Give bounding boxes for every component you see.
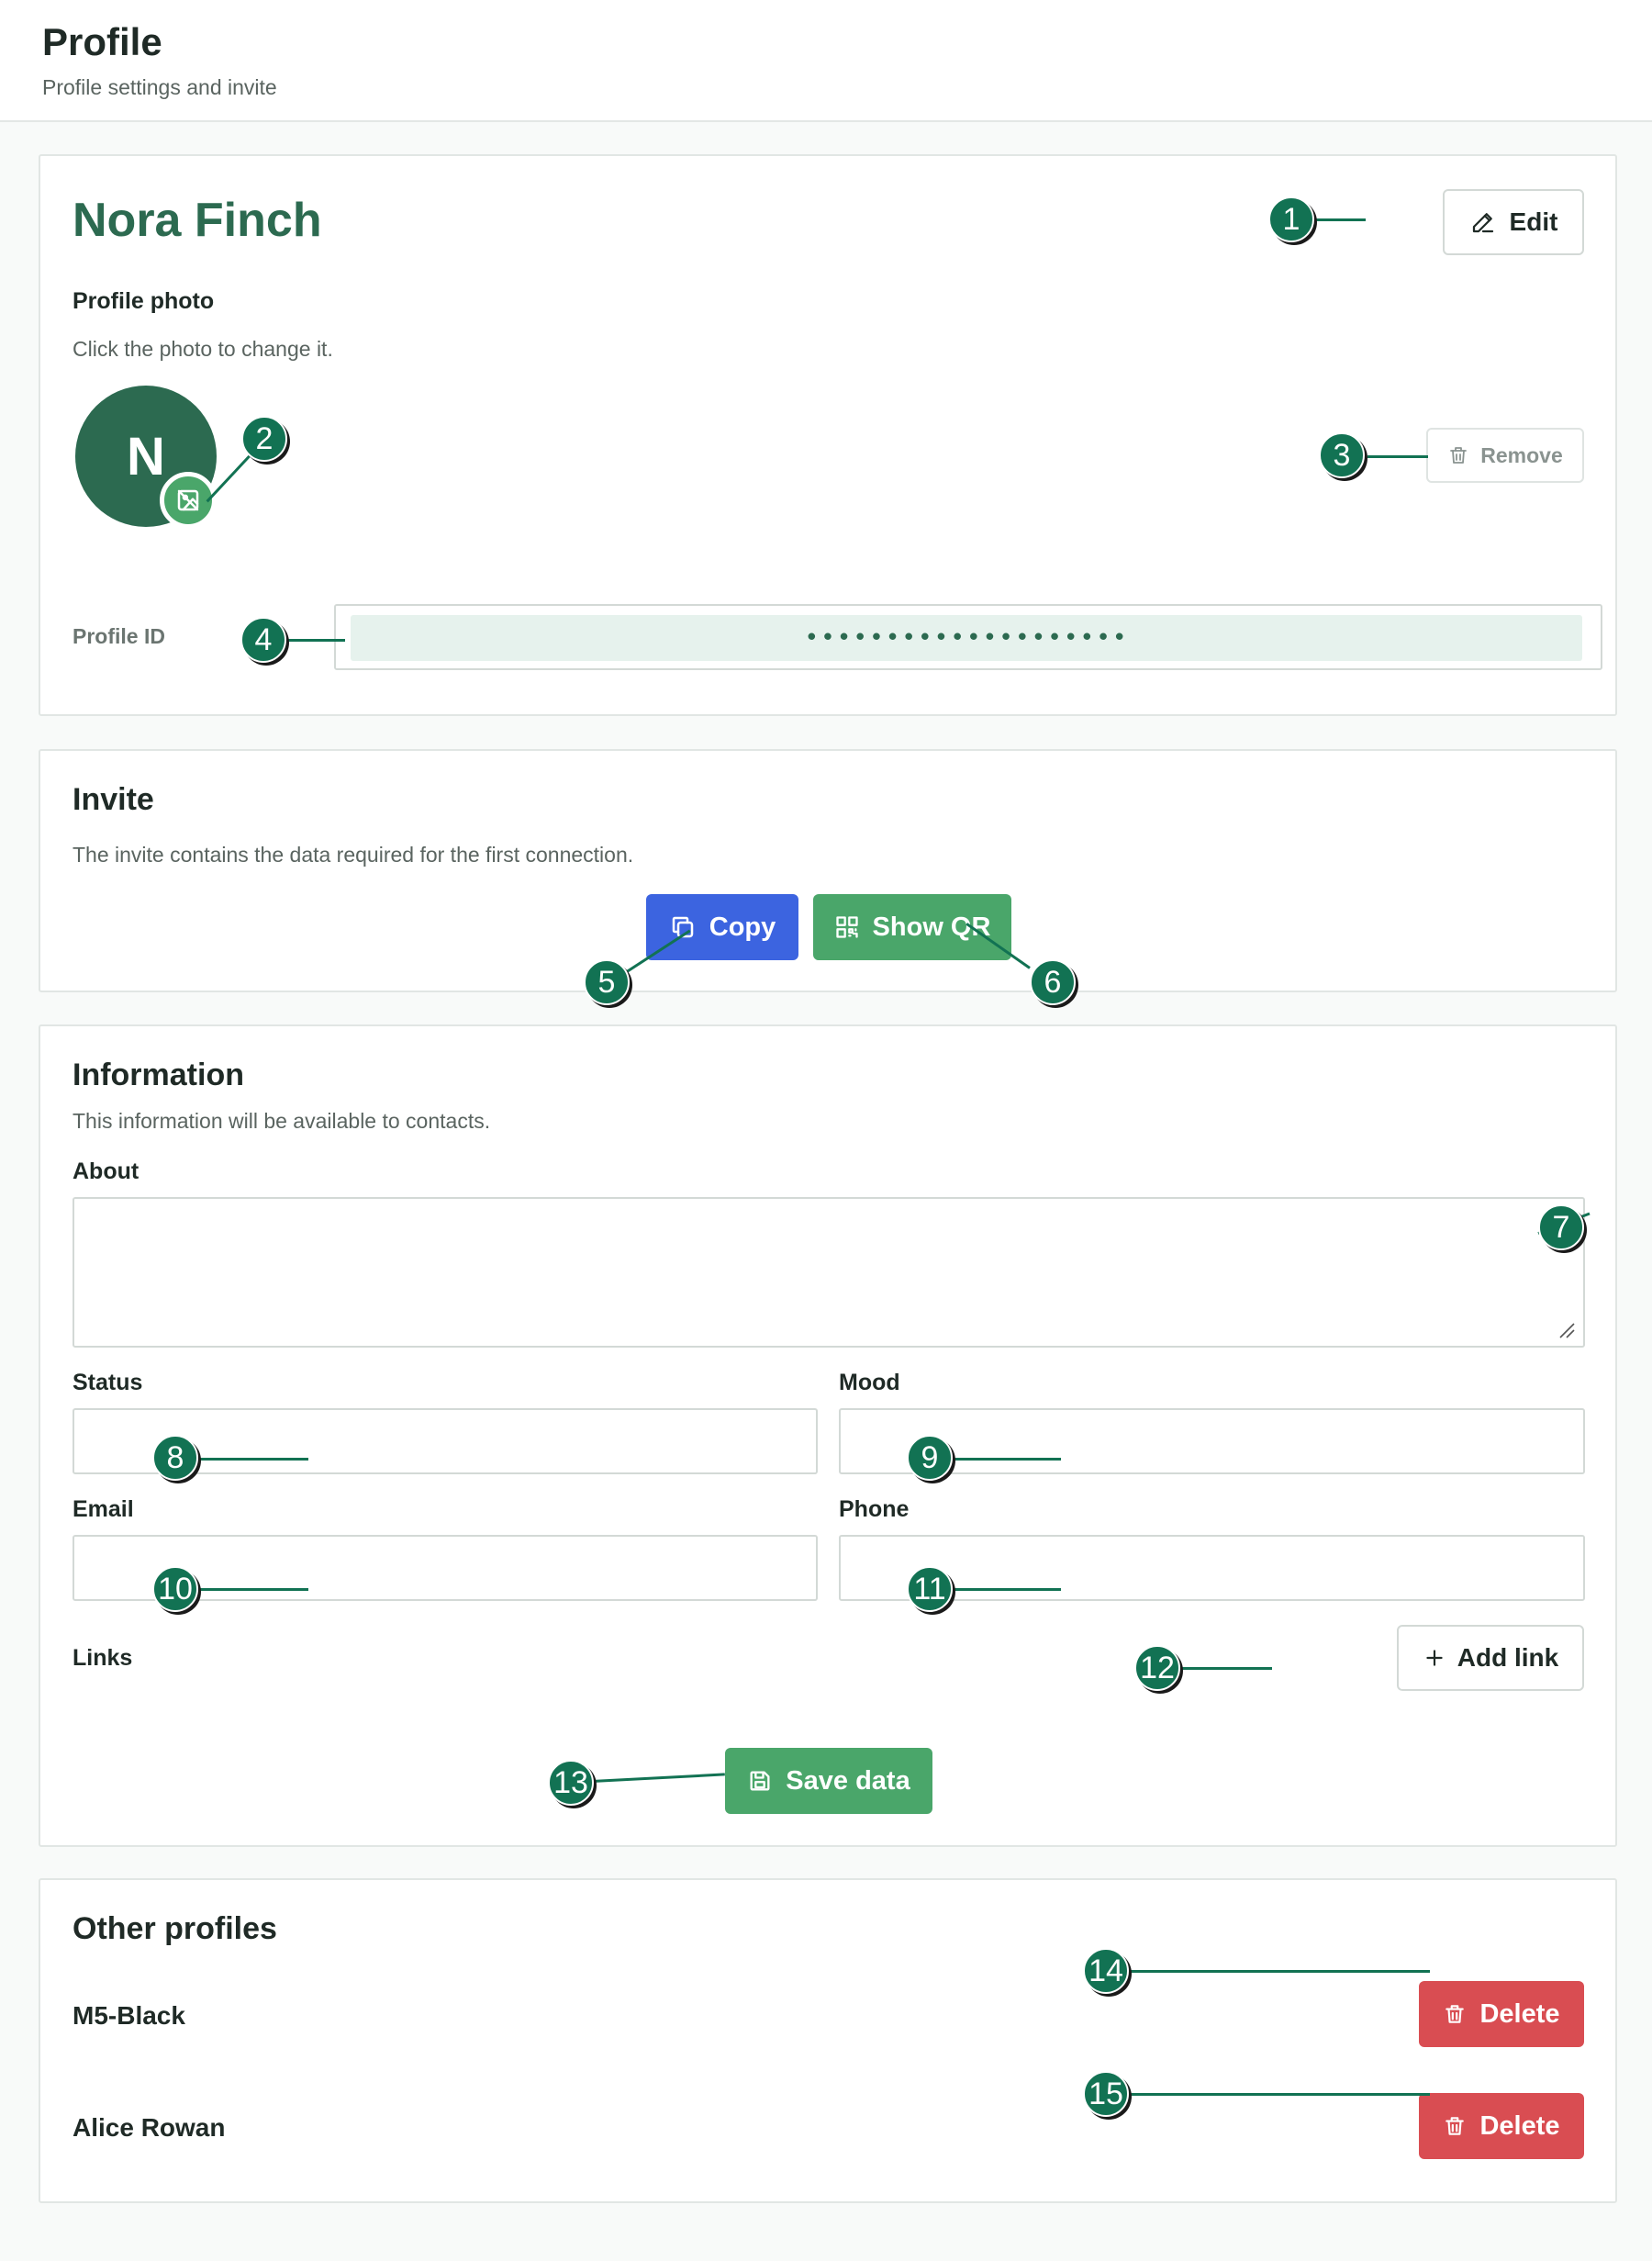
annotation-marker: 15 xyxy=(1083,2071,1129,2117)
annotation-marker: 2 xyxy=(241,416,287,462)
information-title: Information xyxy=(73,1058,244,1092)
annotation-marker: 10 xyxy=(152,1566,198,1612)
annotation-marker: 1 xyxy=(1268,196,1314,242)
annotation-leader xyxy=(1129,1970,1430,1973)
annotation-leader xyxy=(1129,2093,1430,2096)
page-title: Profile xyxy=(42,20,162,63)
show-qr-button[interactable]: Show QR xyxy=(813,894,1011,960)
annotation-leader xyxy=(945,1588,1061,1591)
annotation-marker: 13 xyxy=(548,1760,594,1806)
page-header: Profile Profile settings and invite xyxy=(0,0,1652,122)
copy-invite-button[interactable]: Copy xyxy=(646,894,798,960)
annotation-leader xyxy=(1367,455,1428,458)
save-data-label: Save data xyxy=(786,1765,910,1796)
page-subtitle: Profile settings and invite xyxy=(42,75,277,99)
annotation-marker: 3 xyxy=(1319,432,1365,478)
edit-button-label: Edit xyxy=(1509,207,1558,236)
pencil-icon xyxy=(1472,213,1493,233)
about-label: About xyxy=(73,1158,140,1184)
annotation-marker: 7 xyxy=(1538,1204,1584,1250)
edit-button[interactable]: Edit xyxy=(1443,189,1584,255)
annotation-leader xyxy=(285,639,345,642)
links-label: Links xyxy=(73,1645,133,1671)
remove-photo-label: Remove xyxy=(1480,442,1563,467)
information-description: This information will be available to co… xyxy=(73,1109,491,1133)
profile-photo-label: Profile photo xyxy=(73,288,215,314)
delete-profile-label: Delete xyxy=(1479,2110,1560,2141)
plus-icon xyxy=(1426,1650,1443,1666)
email-label: Email xyxy=(73,1496,134,1522)
remove-photo-button[interactable]: Remove xyxy=(1426,428,1584,483)
status-label: Status xyxy=(73,1370,143,1395)
profile-photo-hint: Click the photo to change it. xyxy=(73,337,333,361)
add-link-label: Add link xyxy=(1457,1643,1559,1672)
image-edit-icon xyxy=(177,489,199,511)
annotation-leader xyxy=(193,1458,308,1461)
save-data-button[interactable]: Save data xyxy=(725,1748,932,1814)
annotation-marker: 5 xyxy=(584,959,630,1005)
resize-grip-icon[interactable] xyxy=(1558,1322,1575,1338)
mood-label: Mood xyxy=(839,1370,900,1395)
profile-id-field[interactable]: •••••••••••••••••••• xyxy=(334,604,1602,670)
trash-icon xyxy=(1446,2117,1465,2135)
avatar-initial: N xyxy=(127,426,165,487)
profile-id-value: •••••••••••••••••••• xyxy=(351,615,1582,661)
about-textarea[interactable] xyxy=(73,1197,1585,1348)
invite-title: Invite xyxy=(73,782,154,817)
other-profile-row: Alice Rowan Delete xyxy=(40,2084,1615,2185)
annotation-marker: 9 xyxy=(907,1435,953,1481)
profile-id-label: Profile ID xyxy=(73,624,165,648)
save-icon xyxy=(750,1771,770,1791)
trash-icon xyxy=(1450,447,1468,464)
annotation-marker: 8 xyxy=(152,1435,198,1481)
annotation-marker: 4 xyxy=(240,617,286,663)
information-card: Information This information will be ava… xyxy=(39,1024,1617,1847)
phone-label: Phone xyxy=(839,1496,910,1522)
annotation-leader xyxy=(1312,218,1366,221)
annotation-marker: 12 xyxy=(1134,1645,1180,1691)
other-profile-name: M5-Black xyxy=(73,2001,185,2030)
delete-profile-label: Delete xyxy=(1479,1998,1560,2029)
annotation-marker: 6 xyxy=(1030,959,1076,1005)
copy-invite-label: Copy xyxy=(709,912,776,942)
invite-card: Invite The invite contains the data requ… xyxy=(39,749,1617,992)
other-profile-row: M5-Black Delete xyxy=(40,1972,1615,2073)
trash-icon xyxy=(1446,2005,1465,2023)
annotation-leader xyxy=(945,1458,1061,1461)
qr-code-icon xyxy=(835,916,858,938)
other-profile-name: Alice Rowan xyxy=(73,2113,226,2142)
add-link-button[interactable]: Add link xyxy=(1397,1625,1584,1691)
annotation-leader xyxy=(193,1588,308,1591)
delete-profile-button[interactable]: Delete xyxy=(1419,2093,1584,2159)
annotation-marker: 14 xyxy=(1083,1948,1129,1994)
invite-description: The invite contains the data required fo… xyxy=(73,843,634,867)
annotation-marker: 11 xyxy=(907,1566,953,1612)
other-profiles-card: Other profiles M5-Black Delete Alice Row… xyxy=(39,1878,1617,2203)
other-profiles-title: Other profiles xyxy=(73,1911,277,1946)
profile-name: Nora Finch xyxy=(73,194,322,247)
delete-profile-button[interactable]: Delete xyxy=(1419,1981,1584,2047)
